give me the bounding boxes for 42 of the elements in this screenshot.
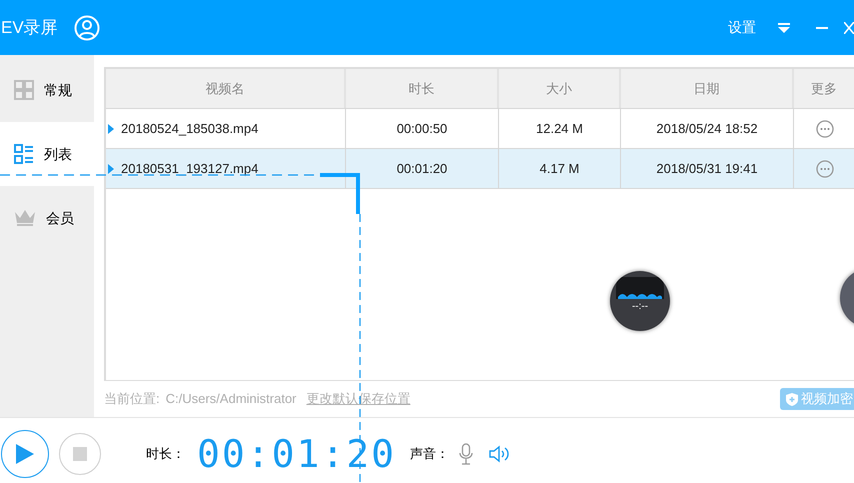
dropdown-icon[interactable] [778, 22, 790, 32]
stop-icon [73, 446, 87, 460]
stop-button[interactable] [59, 432, 101, 474]
more-icon[interactable] [816, 120, 834, 138]
table-cell: 12.24 M [499, 109, 621, 148]
minimize-icon[interactable] [816, 26, 828, 28]
table-row[interactable]: 20180531_193127.mp4 00:01:20 4.17 M 2018/05/31 19:41 [106, 149, 854, 189]
table-row[interactable]: 20180524_185038.mp4 00:00:50 12.24 M 2018/05/24 18:52 [106, 109, 854, 149]
shield-icon [786, 392, 798, 406]
sound-label: 声音： [410, 444, 450, 463]
table-cell: 00:01:20 [346, 149, 499, 188]
more-icon[interactable] [816, 160, 834, 178]
sidebar-label: 会员 [46, 208, 74, 228]
play-triangle-icon[interactable] [108, 164, 114, 174]
speaker-icon[interactable] [489, 444, 512, 462]
widget-time: --:-- [632, 302, 648, 312]
sidebar-item[interactable]: 列表 [0, 122, 94, 186]
microphone-icon[interactable] [459, 442, 474, 464]
list-icon [14, 144, 34, 164]
play-button[interactable] [1, 430, 49, 478]
grid-icon [14, 80, 34, 100]
location-label: 当前位置: [104, 390, 160, 408]
timer-display: 00:01:20 [197, 434, 396, 472]
table-cell: 2018/05/24 18:52 [621, 109, 794, 148]
play-triangle-icon[interactable] [108, 124, 114, 134]
close-icon[interactable] [844, 22, 854, 34]
user-icon[interactable] [74, 14, 100, 40]
table-cell: 4.17 M [499, 149, 621, 188]
table-cell-text: 20180531_193127.mp4 [121, 160, 258, 178]
table-cell-text: 20180524_185038.mp4 [121, 120, 258, 138]
wave-drawing [616, 277, 664, 299]
location-path: C:/Users/Administrator [166, 390, 296, 408]
window-title: EV录屏 [1, 16, 58, 39]
sidebar-label: 列表 [44, 144, 72, 164]
table-cell: 2018/05/31 19:41 [621, 149, 794, 188]
corner-bracket [320, 173, 360, 214]
table-cell: 00:00:50 [346, 109, 499, 148]
crown-icon [14, 209, 36, 227]
sidebar-label: 常规 [44, 80, 72, 100]
play-icon [16, 444, 34, 464]
floating-timer-widget[interactable]: --:-- [610, 271, 670, 331]
duration-label: 时长： [146, 444, 185, 463]
